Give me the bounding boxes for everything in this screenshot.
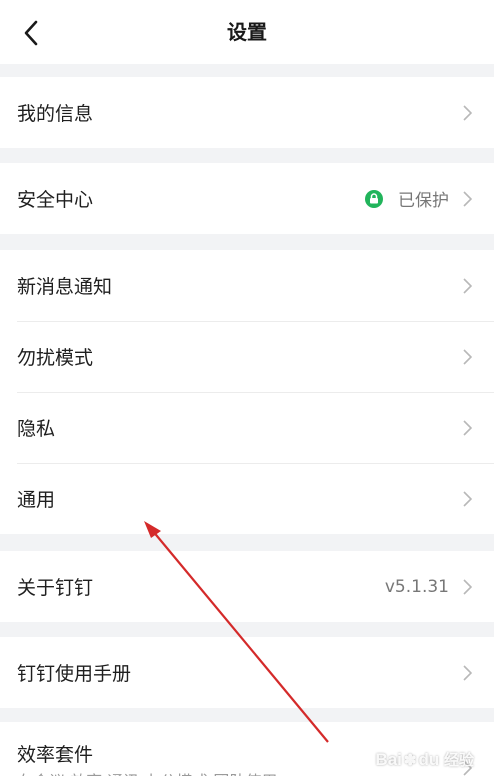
app-version: v5.1.31 — [384, 576, 449, 597]
my-info-row[interactable]: 我的信息 — [0, 77, 494, 148]
group-my-info: 我的信息 — [0, 77, 494, 148]
privacy-row[interactable]: 隐私 — [0, 392, 494, 463]
lock-icon — [365, 189, 383, 208]
user-manual-label: 钉钉使用手册 — [17, 663, 132, 685]
general-row[interactable]: 通用 — [0, 463, 494, 534]
security-status: 已保护 — [398, 191, 449, 211]
paw-icon: ✽ — [403, 752, 417, 769]
security-center-row[interactable]: 安全中心 已保护 — [0, 163, 494, 234]
do-not-disturb-label: 勿扰模式 — [17, 347, 94, 369]
page-title: 设置 — [227, 20, 267, 44]
nav-header: 设置 — [0, 0, 494, 64]
watermark-suffix: 经验 — [443, 752, 474, 769]
group-security: 安全中心 已保护 — [0, 163, 494, 234]
group-about: 关于钉钉 v5.1.31 — [0, 551, 494, 622]
watermark-brand2: du — [418, 750, 440, 769]
efficiency-suite-subtitle: 在会议 效率 通讯 办公模式 团队使用 — [17, 768, 277, 776]
chevron-right-icon — [463, 104, 472, 121]
chevron-right-icon — [463, 277, 472, 294]
watermark-brand: Bai — [375, 750, 402, 769]
chevron-right-icon — [463, 419, 472, 436]
security-center-label: 安全中心 — [17, 189, 94, 211]
privacy-label: 隐私 — [17, 418, 56, 440]
user-manual-row[interactable]: 钉钉使用手册 — [0, 637, 494, 708]
general-label: 通用 — [17, 489, 56, 511]
about-dingtalk-label: 关于钉钉 — [17, 577, 94, 599]
group-manual: 钉钉使用手册 — [0, 637, 494, 708]
baidu-watermark: Bai ✽ du 经验 — [375, 749, 474, 770]
efficiency-suite-label: 效率套件 — [17, 744, 94, 766]
about-dingtalk-row[interactable]: 关于钉钉 v5.1.31 — [0, 551, 494, 622]
do-not-disturb-row[interactable]: 勿扰模式 — [0, 321, 494, 392]
new-message-notification-row[interactable]: 新消息通知 — [0, 250, 494, 321]
chevron-right-icon — [463, 490, 472, 507]
chevron-right-icon — [463, 578, 472, 595]
new-message-notification-label: 新消息通知 — [17, 276, 113, 298]
chevron-right-icon — [463, 190, 472, 207]
my-info-label: 我的信息 — [17, 103, 94, 125]
chevron-right-icon — [463, 664, 472, 681]
chevron-right-icon — [463, 348, 472, 365]
group-preferences: 新消息通知 勿扰模式 隐私 通用 — [0, 250, 494, 534]
